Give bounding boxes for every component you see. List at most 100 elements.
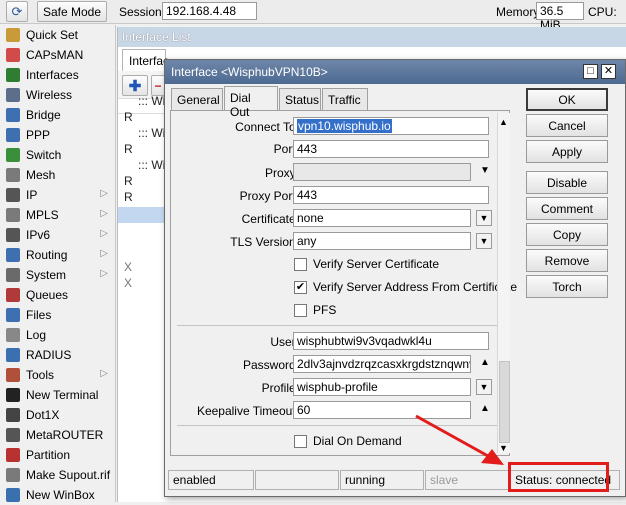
proxy-input[interactable]: [293, 163, 471, 181]
torch-button[interactable]: Torch: [526, 275, 608, 298]
connect-to-input[interactable]: vpn10.wisphub.io: [293, 117, 489, 135]
table-row[interactable]: R: [124, 110, 164, 126]
sidebar-item-label: Routing: [26, 248, 68, 262]
sidebar-item-partition[interactable]: Partition: [0, 445, 116, 465]
status-running: running: [340, 470, 424, 490]
panel-scrollbar[interactable]: ▲ ▼: [497, 113, 510, 453]
queues-icon: [6, 288, 20, 302]
profile-dropdown-button[interactable]: ▼: [476, 379, 492, 395]
status-slave: slave: [425, 470, 509, 490]
sidebar-item-log[interactable]: Log: [0, 325, 116, 345]
sidebar-item-label: Queues: [26, 288, 69, 302]
restore-button[interactable]: □: [583, 64, 598, 79]
sidebar-item-mpls[interactable]: MPLS ▷: [0, 205, 116, 225]
routing-icon: [6, 248, 20, 262]
sidebar-item-system[interactable]: System ▷: [0, 265, 116, 285]
close-icon: ✕: [603, 65, 614, 77]
sidebar-item-label: IPv6: [26, 228, 51, 242]
sidebar-item-radius[interactable]: RADIUS: [0, 345, 116, 365]
sidebar-item-label: New Terminal: [26, 388, 99, 402]
tab-status[interactable]: Status: [279, 88, 321, 110]
apply-button[interactable]: Apply: [526, 140, 608, 163]
table-row[interactable]: X: [124, 260, 164, 276]
sidebar-item-bridge[interactable]: Bridge: [0, 105, 116, 125]
table-row[interactable]: R: [124, 174, 164, 190]
sidebar-item-ip[interactable]: IP ▷: [0, 185, 116, 205]
tab-traffic[interactable]: Traffic: [322, 88, 368, 110]
proxy-dropdown-button[interactable]: ▼: [477, 165, 493, 179]
disable-button[interactable]: Disable: [526, 171, 608, 194]
pfs-checkbox[interactable]: [294, 304, 307, 317]
session-field[interactable]: 192.168.4.48: [162, 2, 257, 20]
profile-select[interactable]: wisphub-profile: [293, 378, 471, 396]
scroll-up-arrow-icon[interactable]: ▲: [499, 117, 508, 127]
new-terminal-icon: [6, 388, 20, 402]
table-row[interactable]: R: [124, 190, 164, 206]
ok-button[interactable]: OK: [526, 88, 608, 111]
scrollbar-thumb[interactable]: [499, 361, 510, 443]
remove-button[interactable]: −: [151, 75, 165, 96]
dial-on-demand-checkbox[interactable]: [294, 435, 307, 448]
port-input[interactable]: 443: [293, 140, 489, 158]
sidebar-item-switch[interactable]: Switch: [0, 145, 116, 165]
sidebar-item-new-terminal[interactable]: New Terminal: [0, 385, 116, 405]
cpu-label: CPU:: [588, 5, 617, 19]
selected-row[interactable]: [118, 207, 164, 223]
cancel-button[interactable]: Cancel: [526, 114, 608, 137]
sidebar-item-make-supout-rif[interactable]: Make Supout.rif: [0, 465, 116, 485]
triangle-up-icon: ▲: [480, 357, 490, 368]
top-toolbar: ⟳ Safe Mode Session: 192.168.4.48 Memory…: [0, 0, 626, 32]
submenu-arrow-icon: ▷: [100, 268, 108, 279]
sidebar-item-new-winbox[interactable]: New WinBox: [0, 485, 116, 505]
sidebar-item-label: MPLS: [26, 208, 59, 222]
copy-button[interactable]: Copy: [526, 223, 608, 246]
user-input[interactable]: wisphubtwi9v3vqadwkl4u: [293, 332, 489, 350]
proxy-port-input[interactable]: 443: [293, 186, 489, 204]
sidebar-item-queues[interactable]: Queues: [0, 285, 116, 305]
sidebar-item-metarouter[interactable]: MetaROUTER: [0, 425, 116, 445]
sidebar-item-tools[interactable]: Tools ▷: [0, 365, 116, 385]
sidebar-item-files[interactable]: Files: [0, 305, 116, 325]
table-row[interactable]: X: [124, 276, 164, 292]
sidebar-item-mesh[interactable]: Mesh: [0, 165, 116, 185]
comment-button[interactable]: Comment: [526, 197, 608, 220]
password-toggle-button[interactable]: ▲: [478, 357, 492, 371]
certificate-select[interactable]: none: [293, 209, 471, 227]
sidebar-item-routing[interactable]: Routing ▷: [0, 245, 116, 265]
sidebar-item-interfaces[interactable]: Interfaces: [0, 65, 116, 85]
refresh-button[interactable]: ⟳: [6, 1, 28, 22]
dot1x-icon: [6, 408, 20, 422]
safe-mode-button[interactable]: Safe Mode: [37, 1, 107, 22]
verify-server-addr-checkbox[interactable]: ✔: [294, 281, 307, 294]
dial-out-panel: Connect To: vpn10.wisphub.io Port: 443 P…: [170, 110, 517, 456]
table-row[interactable]: R: [124, 142, 164, 158]
sidebar-item-capsman[interactable]: CAPsMAN: [0, 45, 116, 65]
scroll-down-arrow-icon[interactable]: ▼: [499, 443, 508, 453]
password-input[interactable]: 2dlv3ajnvdzrqzcasxkrgdstznqwnv: [293, 355, 471, 373]
verify-server-cert-checkbox[interactable]: [294, 258, 307, 271]
tab-general[interactable]: General: [171, 88, 223, 110]
sidebar-item-ipv6[interactable]: IPv6 ▷: [0, 225, 116, 245]
minus-icon: −: [154, 78, 162, 93]
quick-set-icon: [6, 28, 20, 42]
tab-interfaces[interactable]: Interfac: [122, 49, 169, 71]
annotation-highlight-box: [508, 462, 609, 492]
remove-dialog-button[interactable]: Remove: [526, 249, 608, 272]
keepalive-input[interactable]: 60: [293, 401, 471, 419]
close-button[interactable]: ✕: [601, 64, 616, 79]
status-enabled: enabled: [168, 470, 254, 490]
connect-to-label: Connect To:: [235, 120, 299, 134]
ip-icon: [6, 188, 20, 202]
sidebar-item-wireless[interactable]: Wireless: [0, 85, 116, 105]
tab-dial-out[interactable]: Dial Out: [224, 86, 278, 119]
tls-version-dropdown-button[interactable]: ▼: [476, 233, 492, 249]
tls-version-select[interactable]: any: [293, 232, 471, 250]
submenu-arrow-icon: ▷: [100, 248, 108, 259]
certificate-dropdown-button[interactable]: ▼: [476, 210, 492, 226]
sidebar-item-ppp[interactable]: PPP: [0, 125, 116, 145]
sidebar-item-dot1x[interactable]: Dot1X: [0, 405, 116, 425]
metarouter-icon: [6, 428, 20, 442]
keepalive-toggle-button[interactable]: ▲: [478, 403, 492, 417]
sidebar-item-quick-set[interactable]: Quick Set: [0, 25, 116, 45]
add-button[interactable]: ✚: [122, 75, 148, 96]
